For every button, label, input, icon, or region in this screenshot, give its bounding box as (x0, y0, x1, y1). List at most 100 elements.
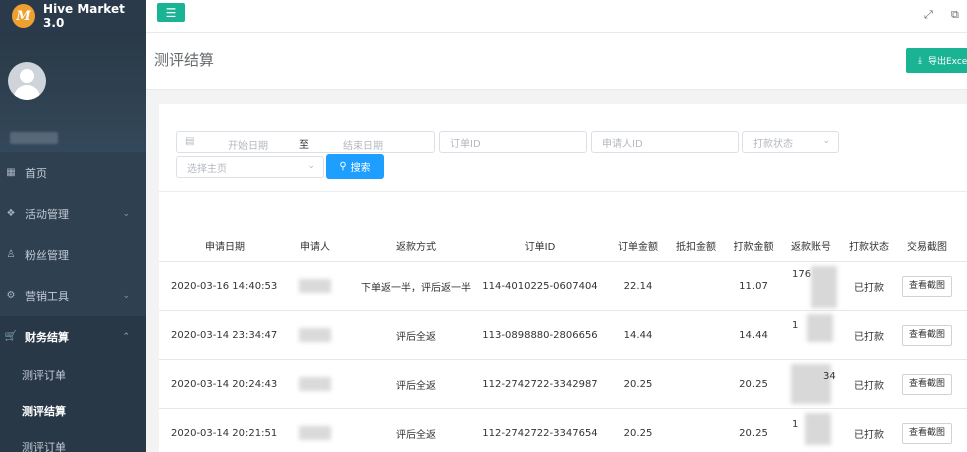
calendar-icon: ▤ (185, 136, 195, 147)
blurred-account (811, 266, 837, 308)
date-end-input[interactable]: 结束日期 (343, 137, 383, 152)
chevron-down-icon: ⌄ (822, 136, 830, 146)
menu-toggle-button[interactable]: ☰ (157, 3, 185, 22)
cell-order-id: 114-4010225-0607404 (482, 280, 598, 292)
sidebar-item-fans[interactable]: ♙ 粉丝管理 (0, 234, 146, 275)
page-title: 测评结算 (154, 51, 215, 69)
column-header[interactable]: 返款账号 (782, 238, 840, 253)
column-header[interactable]: 申请日期 (159, 238, 269, 253)
submenu-item-partial[interactable]: 测评订单 (0, 429, 146, 452)
column-header[interactable]: 打款金额 (725, 238, 782, 253)
table-row: 2020-03-14 20:21:51 评后全返 112-2742722-334… (159, 409, 967, 452)
cell-method: 评后全返 (396, 429, 436, 441)
column-header[interactable]: 订单ID (471, 238, 609, 253)
export-excel-button[interactable]: ⤓ 导出Excel (906, 48, 967, 73)
shop-select[interactable]: 选择主页 ⌄ (176, 156, 324, 178)
sidebar-item-label: 活动管理 (25, 207, 69, 221)
blurred-username (10, 132, 58, 144)
column-header[interactable]: 打款状态 (840, 238, 898, 253)
cell-order-id: 112-2742722-3347654 (482, 427, 598, 439)
account-fragment: 34 (823, 371, 836, 382)
export-label: 导出Excel (927, 57, 967, 67)
pay-status-select[interactable]: 打款状态 ⌄ (742, 131, 839, 153)
pay-status-placeholder: 打款状态 (753, 138, 793, 150)
sidebar-item-finance[interactable]: 🛒 财务结算 ⌃ (0, 316, 146, 357)
view-screenshot-button[interactable]: 查看截图 (902, 324, 952, 346)
cell-pay-amount: 20.25 (739, 378, 768, 390)
column-header[interactable]: 订单金额 (609, 238, 667, 253)
cell-action: 查看截图 (898, 422, 956, 444)
cell-method: 评后全返 (396, 331, 436, 343)
blurred-applicant (299, 279, 331, 293)
logo: M (12, 4, 36, 28)
grid-icon: ▦ (6, 167, 16, 178)
cell-pay-amount: 20.25 (739, 427, 768, 439)
cell-action: 查看截图 (898, 324, 956, 346)
cell-date: 2020-03-14 20:24:43 (171, 378, 278, 390)
search-label: 搜索 (350, 163, 371, 174)
cart-icon: 🛒 (4, 331, 18, 342)
cell-action: 查看截图 (898, 373, 956, 395)
column-header[interactable]: 返款方式 (361, 238, 471, 253)
topbar: ☰ ⤢ ⧉ (146, 0, 967, 33)
date-separator: 至 (299, 140, 309, 151)
page-header: 测评结算 ⤓ 导出Excel (146, 33, 967, 90)
cell-order-id: 112-2742722-3342987 (482, 378, 598, 390)
blurred-account (805, 413, 831, 445)
view-screenshot-button[interactable]: 查看截图 (902, 373, 952, 395)
applicant-id-input[interactable]: 申请人ID (591, 131, 739, 153)
submenu-item-review-settlement[interactable]: 测评结算 (0, 393, 146, 429)
view-screenshot-button[interactable]: 查看截图 (902, 275, 952, 297)
cell-method: 下单返一半，评后返一半 (361, 282, 471, 294)
external-link-icon[interactable]: ⧉ (951, 8, 959, 22)
blurred-applicant (299, 328, 331, 342)
search-button[interactable]: ⚲ 搜索 (326, 154, 384, 179)
sidebar-item-label: 营销工具 (25, 289, 69, 303)
avatar-head (20, 69, 34, 83)
order-id-input[interactable]: 订单ID (439, 131, 587, 153)
column-header[interactable]: 申请人 (269, 238, 361, 253)
column-header[interactable]: 交易截图 (898, 238, 956, 253)
sidebar-item-label: 粉丝管理 (25, 248, 69, 262)
finance-submenu: 测评订单 测评结算 测评订单 (0, 357, 146, 452)
date-range-picker[interactable]: ▤ 开始日期 至 结束日期 (176, 131, 435, 153)
sidebar-item-label: 首页 (25, 166, 47, 180)
brand[interactable]: M Hive Market 3.0 (0, 0, 146, 32)
blurred-applicant (299, 377, 331, 391)
filter-bar: ▤ 开始日期 至 结束日期 订单ID 申请人ID 打款状态 ⌄ 选择主页 ⌄ ⚲… (159, 104, 967, 192)
sidebar-item-home[interactable]: ▦ 首页 (0, 152, 146, 193)
chevron-up-icon: ⌃ (122, 331, 130, 342)
cell-status: 已打款 (854, 429, 884, 441)
account-fragment: 1 (792, 320, 799, 331)
sidebar: M Hive Market 3.0 ▦ 首页 ❖ 活动管理 ⌄ ♙ 粉丝管理 ⚙… (0, 0, 146, 452)
account-fragment: 176 (792, 269, 812, 280)
blurred-applicant (299, 426, 331, 440)
chevron-down-icon: ⌄ (122, 208, 130, 219)
sidebar-item-activity[interactable]: ❖ 活动管理 ⌄ (0, 193, 146, 234)
cell-action: 查看截图 (898, 275, 956, 297)
date-start-input[interactable]: 开始日期 (228, 137, 268, 152)
view-screenshot-button[interactable]: 查看截图 (902, 422, 952, 444)
sidebar-nav: ▦ 首页 ❖ 活动管理 ⌄ ♙ 粉丝管理 ⚙ 营销工具 ⌄ 🛒 财务结算 ⌃ (0, 152, 146, 357)
column-header[interactable]: 抵扣金额 (667, 238, 725, 253)
cell-applicant (269, 377, 361, 391)
table-row: 2020-03-14 20:24:43 评后全返 112-2742722-334… (159, 360, 967, 409)
chevron-down-icon: ⌄ (122, 290, 130, 301)
content-card: ▤ 开始日期 至 结束日期 订单ID 申请人ID 打款状态 ⌄ 选择主页 ⌄ ⚲… (159, 104, 967, 452)
submenu-item-review-orders[interactable]: 测评订单 (0, 357, 146, 393)
sidebar-item-marketing[interactable]: ⚙ 营销工具 ⌄ (0, 275, 146, 316)
avatar-body (14, 85, 40, 100)
blurred-account (807, 314, 833, 342)
cubes-icon: ❖ (6, 208, 16, 219)
cell-date: 2020-03-16 14:40:53 (171, 280, 278, 292)
cell-date: 2020-03-14 20:21:51 (171, 427, 278, 439)
chevron-down-icon: ⌄ (307, 161, 315, 171)
settlement-table: 申请日期 申请人 返款方式 订单ID 订单金额 抵扣金额 打款金额 返款账号 打… (159, 230, 967, 452)
avatar[interactable] (8, 62, 46, 100)
account-fragment: 1 (792, 419, 799, 430)
gears-icon: ⚙ (6, 290, 16, 301)
cell-applicant (269, 426, 361, 440)
table-row: 2020-03-16 14:40:53 下单返一半，评后返一半 114-4010… (159, 262, 967, 311)
cell-applicant (269, 279, 361, 293)
fullscreen-icon[interactable]: ⤢ (924, 8, 933, 22)
